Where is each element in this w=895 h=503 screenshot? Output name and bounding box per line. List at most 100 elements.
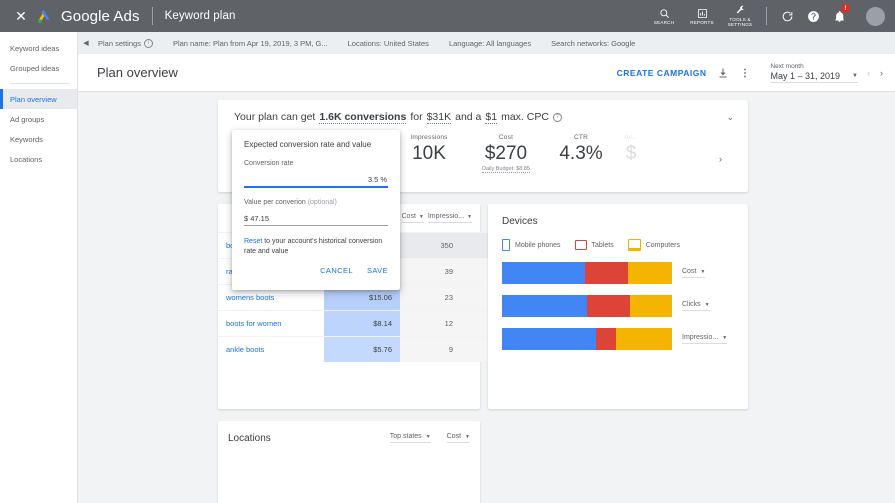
metric-avg-cpc: Av... $ bbox=[616, 134, 646, 167]
info-icon[interactable]: i bbox=[143, 38, 153, 48]
account-avatar[interactable] bbox=[866, 6, 885, 26]
info-icon[interactable]: ? bbox=[552, 112, 562, 122]
sidebar-item-label: Grouped ideas bbox=[10, 63, 60, 73]
chevron-down-icon[interactable]: ▼ bbox=[700, 269, 705, 275]
tools-settings-icon[interactable]: TOOLS & SETTINGS bbox=[721, 5, 759, 27]
notifications-bell-icon[interactable]: ! bbox=[826, 3, 852, 29]
actions-divider bbox=[766, 7, 767, 25]
sidebar-item-keyword-ideas[interactable]: Keyword ideas bbox=[0, 38, 77, 58]
devices-metric-selector-impressions[interactable]: Impressio... ▼ bbox=[682, 334, 728, 344]
sidebar-item-label: Ad groups bbox=[10, 114, 45, 124]
plan-summary-sentence: Your plan can get 1.6K conversions for $… bbox=[234, 111, 562, 124]
keyword-clicks: 350 bbox=[400, 232, 461, 259]
reports-icon[interactable]: REPORTS bbox=[683, 8, 721, 25]
main-content: Your plan can get 1.6K conversions for $… bbox=[78, 92, 895, 503]
chevron-down-icon[interactable]: ▼ bbox=[705, 302, 710, 308]
conversion-rate-field[interactable] bbox=[244, 169, 388, 188]
metric-label: Impressions bbox=[410, 134, 448, 141]
sidebar-item-locations[interactable]: Locations bbox=[0, 149, 77, 169]
sidebar-item-ad-groups[interactable]: Ad groups bbox=[0, 109, 77, 129]
value-per-conversion-text: Value per converion bbox=[244, 199, 306, 206]
locations-scope-label: Top states bbox=[389, 433, 422, 440]
summary-cost[interactable]: $31K bbox=[426, 111, 452, 124]
plan-language-chip[interactable]: Language: All languages bbox=[449, 39, 531, 48]
legend-label: Computers bbox=[645, 241, 680, 249]
chevron-right-icon[interactable]: › bbox=[880, 68, 883, 78]
search-icon[interactable]: SEARCH bbox=[645, 8, 683, 25]
conversion-rate-label: Conversion rate bbox=[244, 160, 294, 167]
reset-hint-text: to your account's historical conversion … bbox=[244, 238, 383, 255]
brand-divider bbox=[151, 7, 153, 25]
tools-settings-label: TOOLS & SETTINGS bbox=[727, 17, 753, 27]
keyword-clicks: 23 bbox=[400, 284, 461, 311]
create-campaign-button[interactable]: CREATE CAMPAIGN bbox=[611, 64, 713, 82]
keyword-name[interactable]: ankle boots bbox=[218, 336, 324, 362]
locations-header: Locations Top states ▼ Cost ▼ bbox=[218, 421, 480, 455]
chevron-down-icon[interactable]: ▼ bbox=[419, 214, 424, 220]
bar-segment-computer bbox=[627, 262, 672, 284]
mobile-phone-icon bbox=[502, 239, 510, 251]
top-app-bar: ✕ Google Ads Keyword plan SEARCH REPORTS… bbox=[0, 0, 895, 32]
conversion-rate-input[interactable] bbox=[244, 173, 388, 188]
bar-label: Cost bbox=[682, 268, 697, 275]
sidebar-item-grouped-ideas[interactable]: Grouped ideas bbox=[0, 58, 77, 78]
sidebar-item-label: Plan overview bbox=[10, 94, 57, 104]
metric-label: Av... bbox=[624, 134, 638, 141]
summary-for: for bbox=[410, 111, 423, 123]
sidebar-item-plan-overview[interactable]: Plan overview bbox=[0, 89, 77, 109]
value-per-conversion-input[interactable] bbox=[244, 212, 388, 226]
locations-metric-selector[interactable]: Cost ▼ bbox=[446, 433, 470, 443]
help-icon[interactable] bbox=[800, 3, 826, 29]
close-icon[interactable]: ✕ bbox=[8, 9, 34, 23]
reset-link[interactable]: Reset bbox=[244, 238, 262, 245]
locations-scope-selector[interactable]: Top states ▼ bbox=[389, 433, 431, 443]
metric-label: Cost bbox=[498, 134, 514, 141]
plan-name-chip[interactable]: Plan name: Plan from Apr 19, 2019, 3 PM,… bbox=[173, 39, 328, 48]
metric-daily-budget: Daily Budget: $8.85 bbox=[481, 166, 530, 173]
plan-settings-button[interactable]: Plan settings i bbox=[98, 38, 153, 48]
reset-hint: Reset to your account's historical conve… bbox=[244, 237, 388, 257]
keyword-clicks: 9 bbox=[400, 336, 461, 362]
plan-networks-chip[interactable]: Search networks: Google bbox=[551, 39, 635, 48]
more-options-icon[interactable] bbox=[734, 62, 756, 84]
keyword-clicks: 39 bbox=[400, 258, 461, 285]
page-title: Plan overview bbox=[97, 65, 178, 80]
chevron-down-icon[interactable]: ▼ bbox=[465, 434, 470, 440]
chevron-down-icon[interactable]: ▼ bbox=[426, 434, 431, 440]
sidebar-item-keywords[interactable]: Keywords bbox=[0, 129, 77, 149]
cancel-button[interactable]: CANCEL bbox=[320, 266, 353, 275]
column-header-cost[interactable]: Cost ▼ bbox=[401, 213, 424, 223]
summary-cpc[interactable]: $1 bbox=[485, 111, 498, 124]
bar-segment-mobile bbox=[502, 262, 586, 284]
date-range-row[interactable]: May 1 – 31, 2019 ▼ bbox=[770, 71, 858, 83]
chevron-down-icon[interactable]: ⌄ bbox=[726, 112, 734, 123]
brand-label: Google Ads bbox=[61, 7, 140, 25]
collapse-panel-icon[interactable]: ◀ bbox=[78, 39, 94, 47]
plan-locations-chip[interactable]: Locations: United States bbox=[348, 39, 429, 48]
column-header-impressions[interactable]: Impressio... ▼ bbox=[427, 213, 472, 223]
chevron-right-icon[interactable]: › bbox=[719, 154, 722, 164]
refresh-icon[interactable] bbox=[774, 3, 800, 29]
summary-conversions[interactable]: 1.6K conversions bbox=[319, 111, 407, 124]
bar-segment-tablet bbox=[595, 328, 616, 350]
summary-and: and a bbox=[455, 111, 482, 123]
keyword-name[interactable]: boots for women bbox=[218, 310, 324, 337]
value-per-conversion-field[interactable] bbox=[244, 208, 388, 226]
metric-value: 4.3% bbox=[559, 143, 603, 164]
date-range-selector[interactable]: Next month May 1 – 31, 2019 ▼ bbox=[770, 63, 858, 83]
chevron-down-icon[interactable]: ▼ bbox=[467, 214, 472, 220]
download-icon[interactable] bbox=[712, 62, 734, 84]
locations-metric-label: Cost bbox=[446, 433, 462, 440]
chevron-down-icon[interactable]: ▼ bbox=[852, 73, 858, 79]
chevron-down-icon[interactable]: ▼ bbox=[722, 335, 727, 341]
save-button[interactable]: SAVE bbox=[367, 266, 388, 275]
bar-segment-computer bbox=[629, 295, 672, 317]
chevron-left-icon[interactable]: ‹ bbox=[867, 68, 870, 78]
devices-metric-selector-clicks[interactable]: Clicks ▼ bbox=[682, 301, 710, 311]
summary-tail: max. CPC bbox=[501, 111, 549, 123]
dialog-title: Expected conversion rate and value bbox=[244, 140, 372, 149]
devices-metric-selector-cost[interactable]: Cost ▼ bbox=[682, 268, 706, 278]
legend-item-tablets: Tablets bbox=[574, 240, 614, 250]
plan-settings-label: Plan settings bbox=[98, 38, 141, 48]
sidebar-nav: Keyword ideas Grouped ideas Plan overvie… bbox=[0, 32, 78, 503]
